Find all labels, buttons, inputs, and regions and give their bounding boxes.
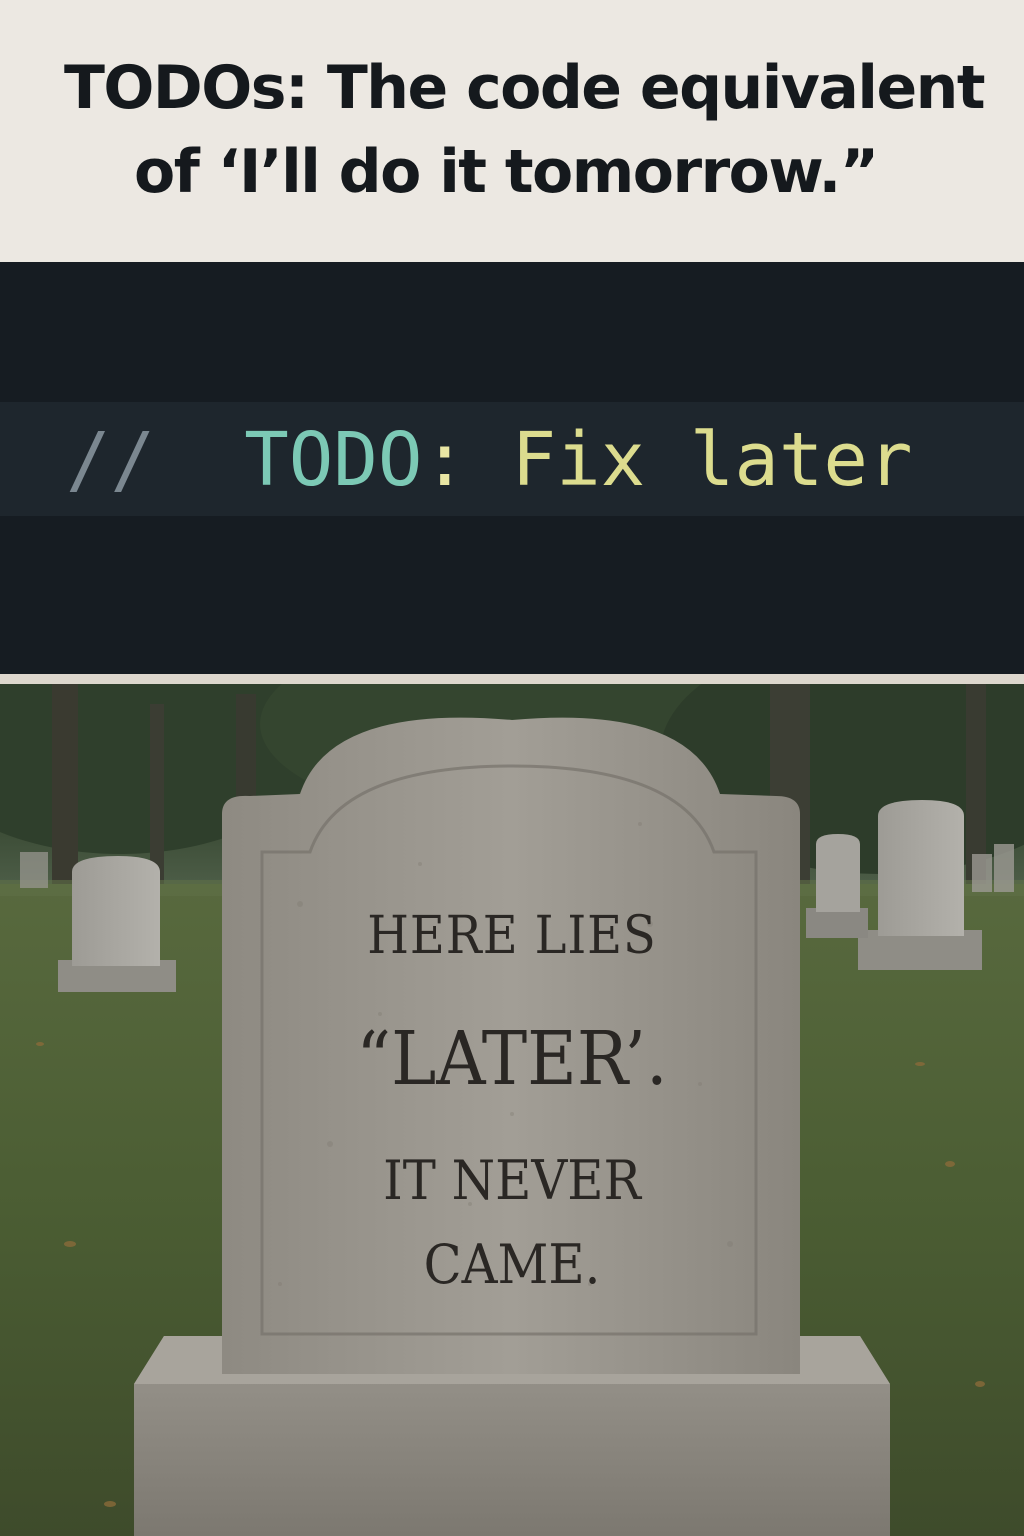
epitaph-line-4: CAME. (423, 1233, 601, 1296)
todo-colon: : (422, 417, 467, 503)
caption-line-2: of ‘I’ll do it tomorrow.” (134, 137, 879, 207)
epitaph-line-1: HERE LIES (367, 906, 657, 966)
todo-text: Fix later (511, 417, 913, 503)
divider (0, 674, 1024, 684)
todo-keyword: TODO (244, 417, 423, 503)
headstone-left (58, 856, 176, 992)
cemetery-photo: HERE LIES “LATER’. IT NEVER CAME. (0, 684, 1024, 1536)
meme-page: TODOs: The code equivalent of ‘I’ll do i… (0, 0, 1024, 1536)
code-line: // TODO: Fix later (66, 418, 913, 502)
caption-line-1: TODOs: The code equivalent (64, 53, 986, 123)
epitaph-line-3: IT NEVER (383, 1149, 641, 1212)
comment-slashes: // (66, 417, 156, 503)
cemetery-illustration (0, 684, 1024, 1536)
caption-band: TODOs: The code equivalent of ‘I’ll do i… (0, 0, 1024, 262)
epitaph-line-2: “LATER’. (356, 1016, 668, 1102)
code-editor-panel: // TODO: Fix later (0, 262, 1024, 674)
